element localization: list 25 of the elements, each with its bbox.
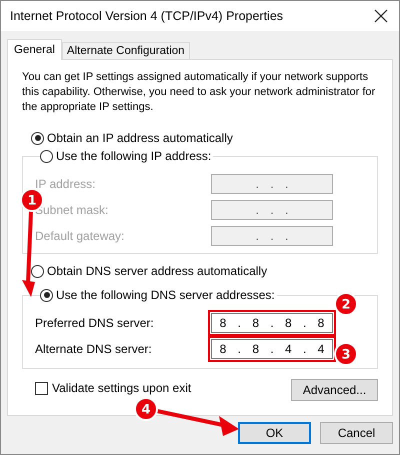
field-label: IP address:	[35, 177, 96, 191]
radio-button[interactable]	[40, 288, 53, 302]
field-label: Preferred DNS server:	[35, 316, 154, 330]
radio-label: Use the following IP address:	[56, 149, 212, 163]
step-marker: 4	[134, 397, 158, 421]
radio-button[interactable]	[31, 132, 44, 144]
radio-label: Obtain an IP address automatically	[47, 131, 233, 145]
checkbox[interactable]	[35, 382, 48, 394]
radio-label: Use the following DNS server addresses:	[56, 288, 275, 302]
dns-field[interactable]: 8 . 8 . 8 . 8	[211, 313, 333, 333]
checkbox-label: Validate settings upon exit	[52, 381, 192, 395]
advanced-button[interactable]: Advanced...	[291, 379, 378, 401]
radio-label: Obtain DNS server address automatically	[47, 264, 268, 278]
tab[interactable]: General	[7, 39, 62, 60]
tab[interactable]: Alternate Configuration	[62, 42, 190, 59]
dialog-button[interactable]: Cancel	[320, 422, 393, 444]
dns-field[interactable]: 8 . 8 . 4 . 4	[211, 339, 333, 359]
field-label: Default gateway:	[35, 229, 124, 243]
field-label: Alternate DNS server:	[35, 342, 152, 356]
description-text: You can get IP settings assigned automatically if your network supports this capability. Otherwise, you need to ask your network administrator for the appropriate IP settings.	[22, 70, 376, 115]
radio-button[interactable]	[40, 150, 53, 162]
dialog-button[interactable]: OK	[238, 422, 311, 444]
radio-button[interactable]	[31, 264, 44, 278]
close-icon[interactable]	[374, 9, 388, 23]
window-title: Internet Protocol Version 4 (TCP/IPv4) Properties	[10, 9, 284, 23]
